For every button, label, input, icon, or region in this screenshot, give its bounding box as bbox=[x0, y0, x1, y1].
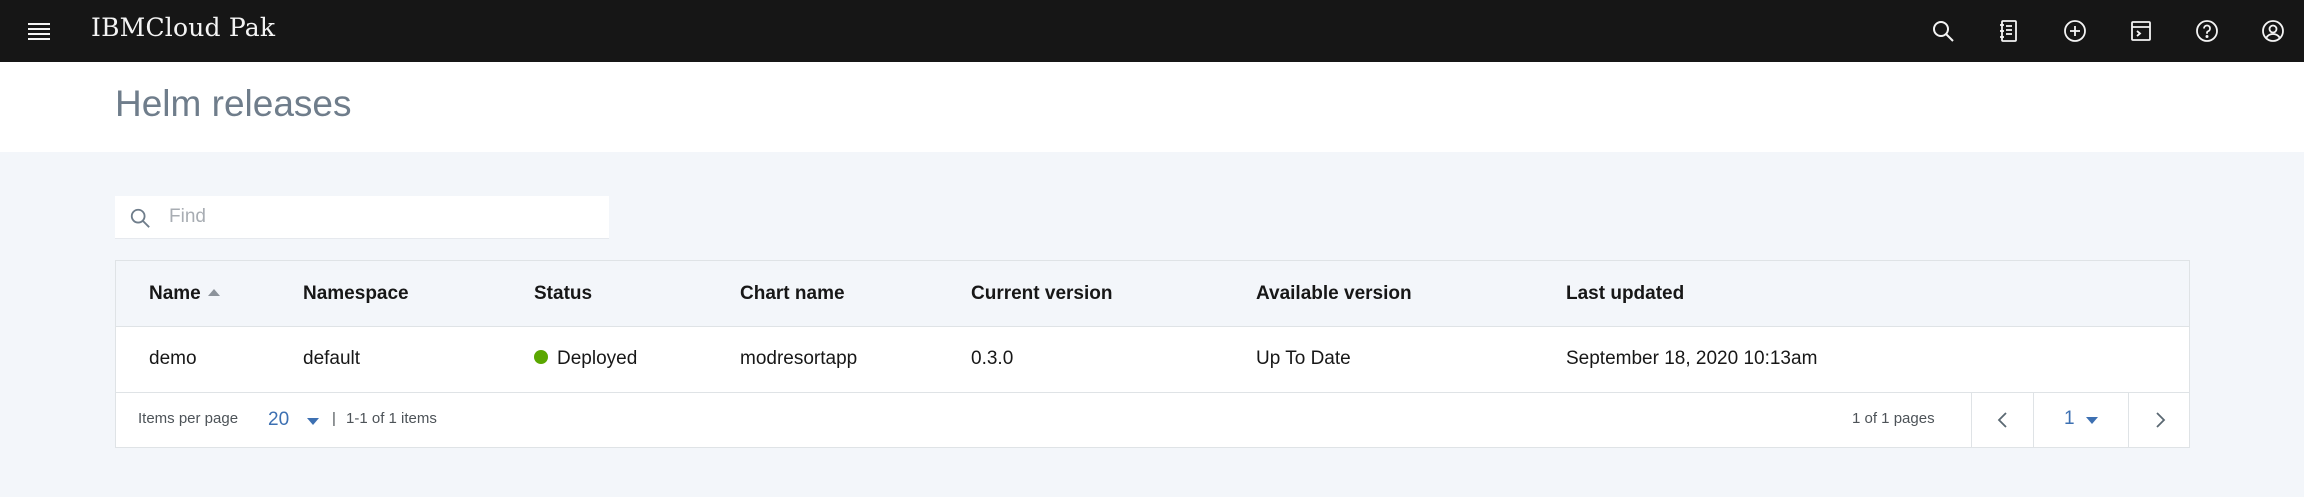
items-per-page-select[interactable]: 20 bbox=[264, 401, 332, 439]
column-header-label: Current version bbox=[971, 283, 1113, 304]
column-header-name[interactable]: Name bbox=[149, 283, 220, 305]
search-box[interactable] bbox=[115, 196, 609, 239]
column-header-namespace[interactable]: Namespace bbox=[303, 283, 409, 305]
top-nav-bar: IBMCloud Pak bbox=[0, 0, 2304, 62]
column-header-label: Name bbox=[149, 283, 201, 304]
current-page-value: 1 bbox=[2064, 408, 2075, 429]
terminal-icon[interactable] bbox=[2121, 11, 2161, 51]
page-select[interactable]: 1 bbox=[2034, 393, 2128, 447]
helm-releases-table: Name Namespace Status Chart name Current… bbox=[115, 260, 2190, 448]
hamburger-menu-button[interactable] bbox=[22, 14, 56, 48]
column-header-label: Chart name bbox=[740, 283, 845, 304]
page-header: Helm releases bbox=[0, 62, 2304, 152]
sort-ascending-icon bbox=[207, 289, 220, 296]
items-per-page-label: Items per page bbox=[138, 410, 239, 427]
release-name-link[interactable]: demo bbox=[149, 348, 197, 370]
catalog-icon[interactable] bbox=[1989, 11, 2029, 51]
last-updated-cell: September 18, 2020 10:13am bbox=[1566, 348, 1818, 369]
status-label: Deployed bbox=[557, 348, 638, 369]
user-icon[interactable] bbox=[2253, 11, 2293, 51]
page-count-text: 1 of 1 pages bbox=[1852, 410, 1935, 427]
available-version-cell: Up To Date bbox=[1256, 348, 1351, 369]
column-header-label: Last updated bbox=[1566, 283, 1685, 304]
column-header-current-version[interactable]: Current version bbox=[971, 283, 1112, 305]
items-per-page-value: 20 bbox=[268, 409, 290, 430]
previous-page-button[interactable] bbox=[1972, 393, 2034, 447]
chevron-right-icon bbox=[2156, 412, 2166, 428]
chevron-down-icon bbox=[2086, 417, 2098, 424]
brand-title[interactable]: IBMCloud Pak bbox=[91, 13, 275, 42]
column-header-last-updated[interactable]: Last updated bbox=[1566, 283, 1684, 305]
namespace-cell: default bbox=[303, 348, 361, 369]
page-title: Helm releases bbox=[115, 83, 352, 124]
pagination-bar: Items per page 20 | 1-1 of 1 items 1 of … bbox=[116, 393, 2189, 447]
table-header-row: Name Namespace Status Chart name Current… bbox=[116, 261, 2189, 327]
search-input[interactable] bbox=[169, 202, 589, 232]
add-icon[interactable] bbox=[2055, 11, 2095, 51]
column-header-status[interactable]: Status bbox=[534, 283, 592, 305]
column-header-chart-name[interactable]: Chart name bbox=[740, 283, 845, 305]
search-icon bbox=[130, 208, 150, 228]
next-page-button[interactable] bbox=[2128, 393, 2190, 447]
pagination-divider: | bbox=[332, 410, 336, 427]
column-header-label: Available version bbox=[1256, 283, 1412, 304]
chevron-down-icon bbox=[307, 418, 319, 425]
column-header-label: Status bbox=[534, 283, 593, 304]
current-version-cell: 0.3.0 bbox=[971, 348, 1014, 369]
column-header-available-version[interactable]: Available version bbox=[1256, 283, 1412, 305]
chart-name-cell: modresortapp bbox=[740, 348, 858, 369]
status-deployed-icon bbox=[534, 350, 548, 364]
help-icon[interactable] bbox=[2187, 11, 2227, 51]
chevron-left-icon bbox=[1997, 412, 2007, 428]
status-cell: Deployed bbox=[534, 348, 637, 370]
search-icon[interactable] bbox=[1923, 11, 1963, 51]
column-header-label: Namespace bbox=[303, 283, 409, 304]
item-range-text: 1-1 of 1 items bbox=[346, 410, 437, 427]
table-row[interactable]: demo default Deployed modresortapp 0.3.0… bbox=[116, 327, 2189, 393]
